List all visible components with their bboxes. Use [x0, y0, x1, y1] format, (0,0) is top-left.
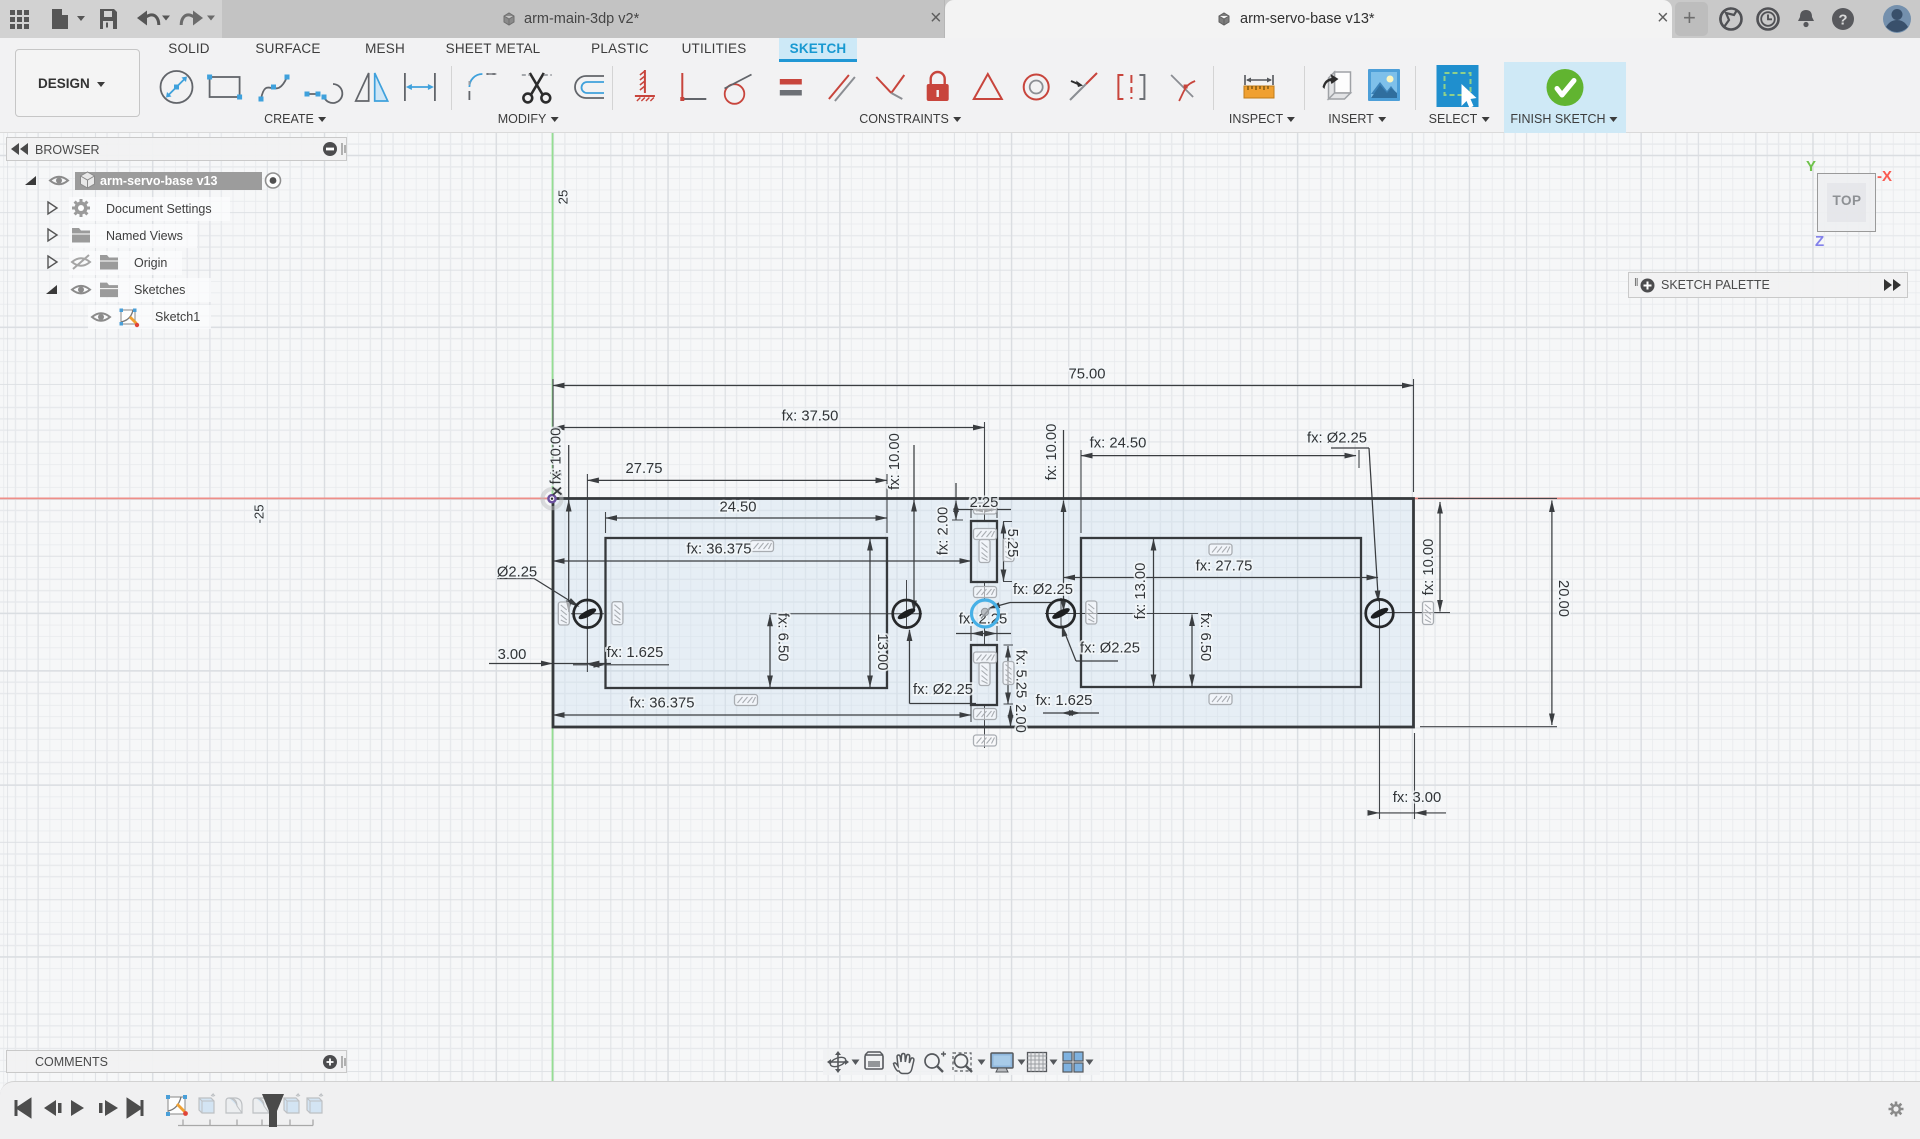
svg-text:5.25: 5.25 — [1004, 529, 1020, 558]
svg-text:fx: Ø2.25: fx: Ø2.25 — [1013, 582, 1073, 598]
svg-text:2.25: 2.25 — [970, 495, 999, 511]
svg-text:fx: 10.00: fx: 10.00 — [1044, 424, 1060, 481]
svg-text:fx: 24.50: fx: 24.50 — [1090, 435, 1147, 451]
svg-text:fx: 37.50: fx: 37.50 — [782, 408, 839, 424]
svg-text:24.50: 24.50 — [719, 499, 756, 515]
svg-text:fx: 27.75: fx: 27.75 — [1196, 558, 1253, 574]
svg-text:3.00: 3.00 — [498, 647, 527, 663]
svg-text:fx: Ø2.25: fx: Ø2.25 — [1307, 430, 1367, 446]
svg-text:Ø2.25: Ø2.25 — [497, 564, 537, 580]
svg-text:-25: -25 — [251, 504, 266, 523]
svg-text:fx: 6.50: fx: 6.50 — [1197, 613, 1213, 662]
svg-text:fx: 36.375: fx: 36.375 — [630, 695, 695, 711]
svg-text:25: 25 — [555, 190, 570, 205]
svg-text:13.00: 13.00 — [874, 633, 890, 670]
svg-text:fx: Ø2.25: fx: Ø2.25 — [913, 682, 973, 698]
svg-text:fx: 10.00: fx: 10.00 — [548, 428, 564, 485]
svg-text:fx: 10.00: fx: 10.00 — [887, 433, 903, 490]
svg-text:fx: 1.625: fx: 1.625 — [1036, 693, 1093, 709]
svg-text:fx: 13.00: fx: 13.00 — [1133, 563, 1149, 620]
svg-text:75.00: 75.00 — [1068, 366, 1105, 382]
svg-text:fx: 6.50: fx: 6.50 — [775, 613, 791, 662]
svg-text:fx: 2.00: fx: 2.00 — [935, 507, 951, 556]
svg-text:27.75: 27.75 — [625, 461, 662, 477]
svg-text:fx: 10.00: fx: 10.00 — [1421, 539, 1437, 596]
svg-text:2.00: 2.00 — [1012, 704, 1028, 733]
svg-text:fx: 5.25: fx: 5.25 — [1013, 650, 1029, 699]
svg-text:?: ? — [1838, 12, 1847, 29]
svg-text:fx: Ø2.25: fx: Ø2.25 — [1080, 640, 1140, 656]
svg-text:fx: 3.00: fx: 3.00 — [1393, 790, 1442, 806]
svg-text:fx: 1.625: fx: 1.625 — [607, 645, 664, 661]
svg-text:fx: 36.375: fx: 36.375 — [687, 541, 752, 557]
svg-text:20.00: 20.00 — [1555, 580, 1571, 617]
